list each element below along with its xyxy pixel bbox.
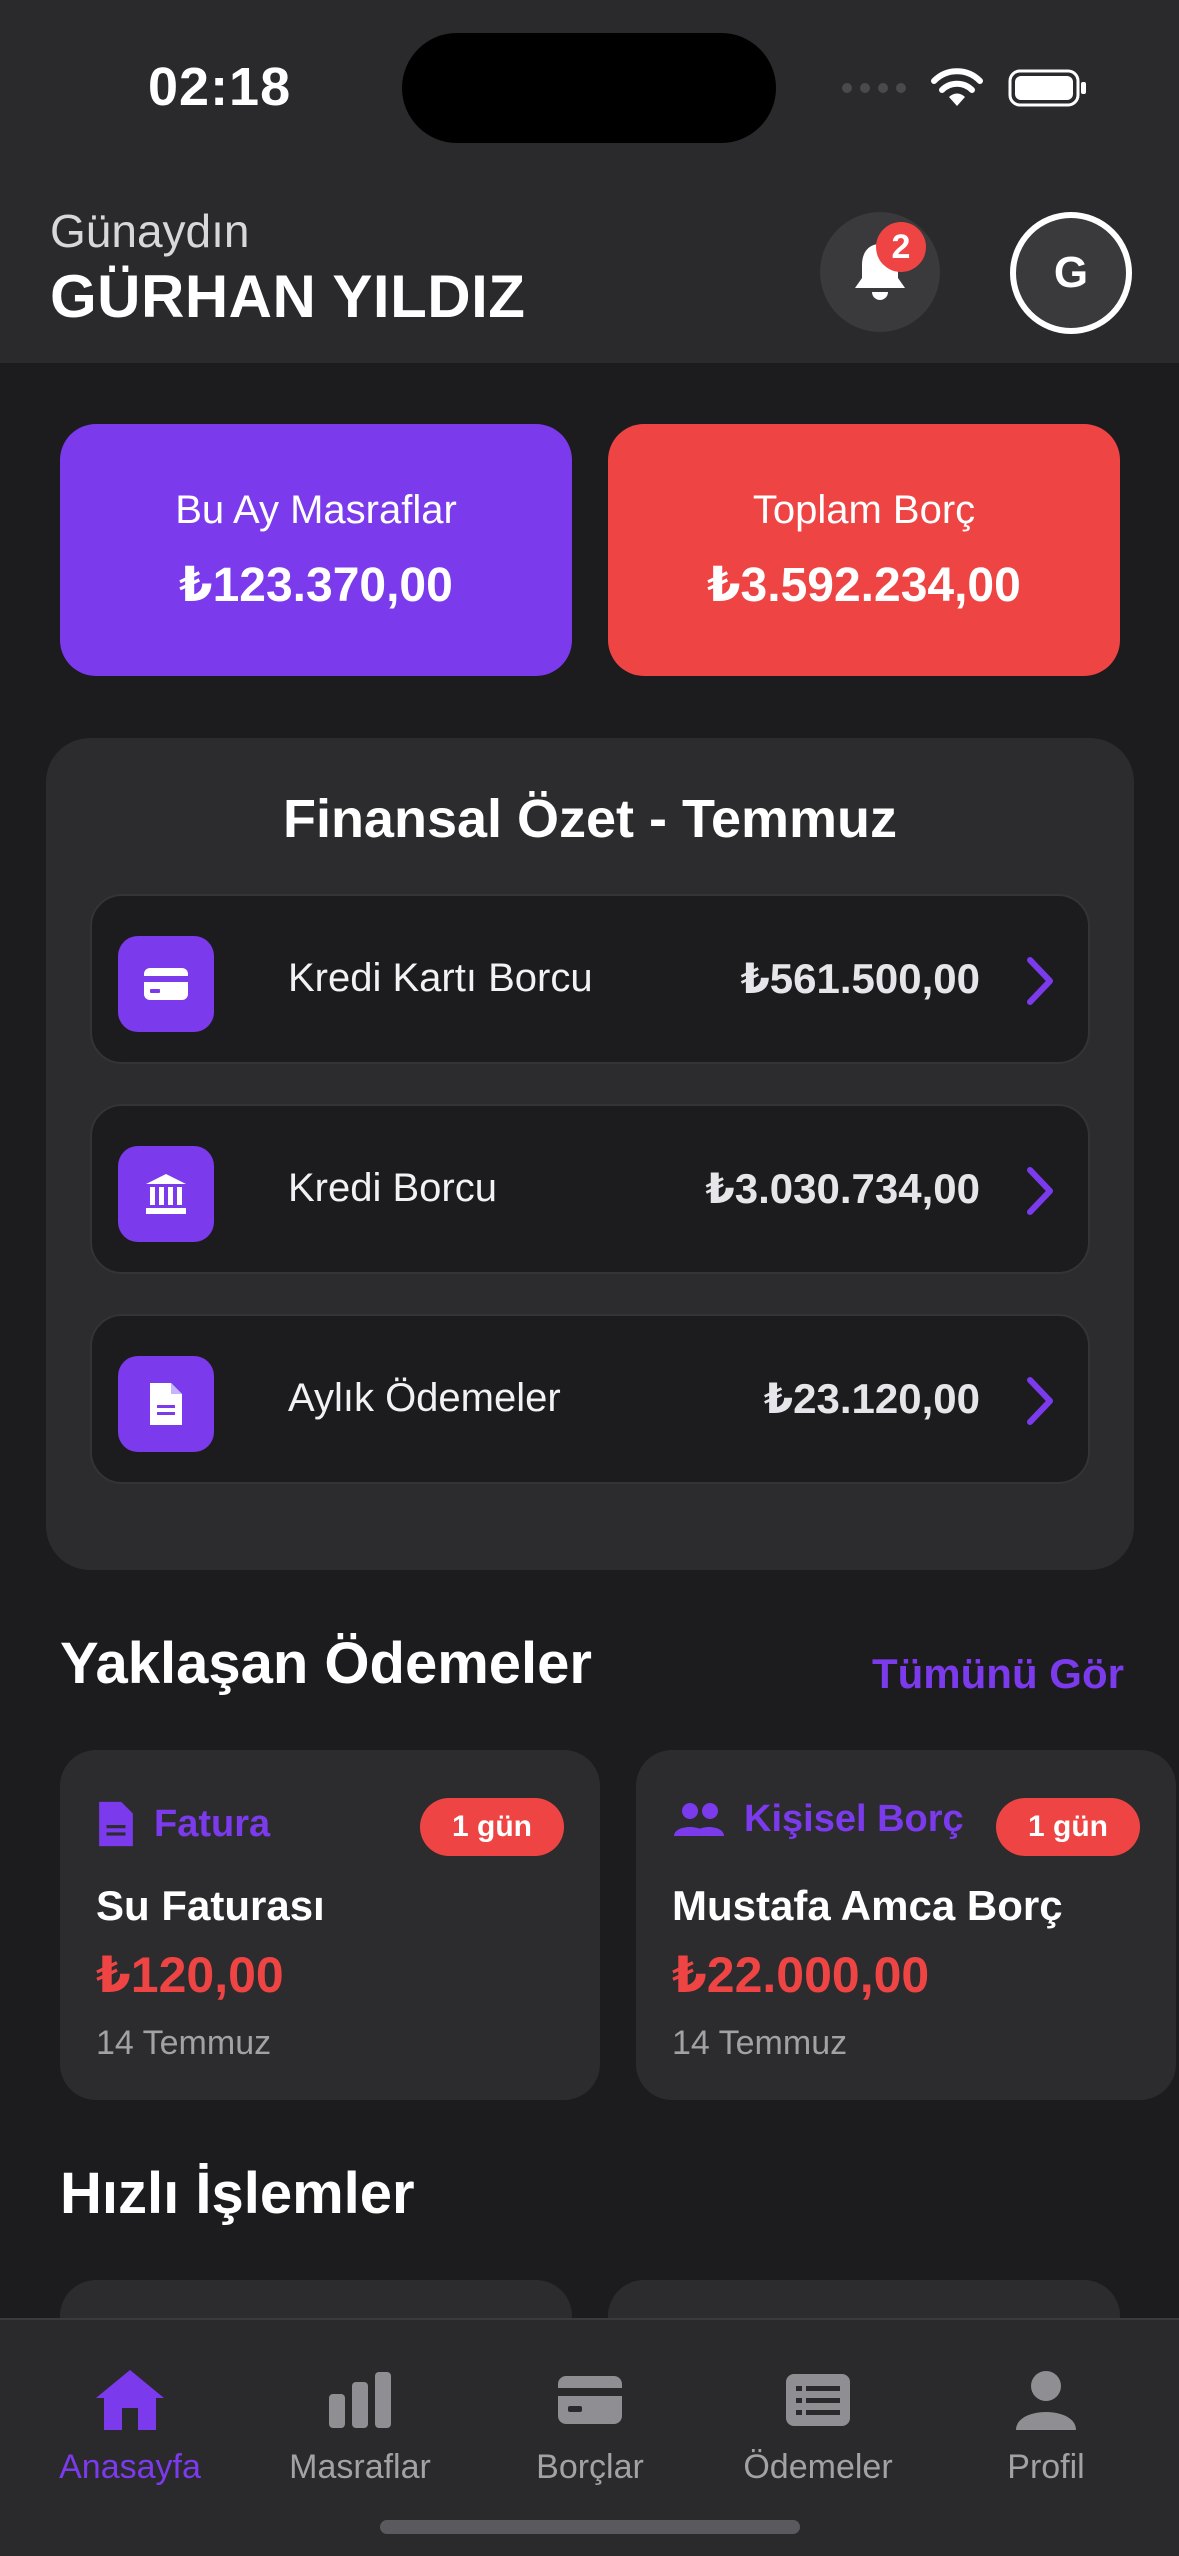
status-time: 02:18 [148, 57, 292, 117]
loan-debt-row[interactable]: Kredi Borcu ₺3.030.734,00 [90, 1104, 1090, 1274]
row-label: Kredi Kartı Borcu [288, 956, 593, 1000]
see-all-link[interactable]: Tümünü Gör [872, 1650, 1124, 1698]
document-icon [99, 1801, 133, 1847]
payment-title: Mustafa Amca Borç [672, 1882, 1063, 1929]
monthly-expenses-label: Bu Ay Masraflar [175, 488, 457, 532]
row-label: Aylık Ödemeler [288, 1376, 561, 1420]
credit-card-icon [118, 936, 214, 1032]
tab-label: Ödemeler [743, 2448, 893, 2486]
upcoming-card-bill[interactable]: Fatura 1 gün Su Faturası ₺120,00 14 Temm… [60, 1750, 600, 2100]
avatar[interactable]: G [1010, 212, 1132, 334]
total-debt-value: ₺3.592.234,00 [707, 559, 1021, 612]
greeting-text: Günaydın [50, 205, 250, 257]
row-label: Kredi Borcu [288, 1166, 497, 1210]
tab-label: Profil [1007, 2448, 1085, 2486]
payment-amount: ₺120,00 [96, 1947, 284, 2003]
upcoming-card-personal-debt[interactable]: Kişisel Borç 1 gün Mustafa Amca Borç ₺22… [636, 1750, 1176, 2100]
tab-profile[interactable]: Profil [946, 2366, 1146, 2487]
people-icon [674, 1802, 724, 1836]
document-icon [118, 1356, 214, 1452]
bank-icon [118, 1146, 214, 1242]
notification-badge: 2 [876, 222, 926, 272]
bar-chart-icon [329, 2372, 391, 2428]
row-amount: ₺23.120,00 [763, 1375, 980, 1422]
chevron-right-icon [1027, 957, 1053, 1005]
upcoming-title: Yaklaşan Ödemeler [60, 1631, 592, 1696]
person-icon [1016, 2371, 1076, 2430]
list-icon [786, 2374, 850, 2426]
category-label: Kişisel Borç [744, 1798, 964, 1840]
financial-summary-title: Finansal Özet - Temmuz [282, 789, 898, 849]
monthly-payments-row[interactable]: Aylık Ödemeler ₺23.120,00 [90, 1314, 1090, 1484]
credit-card-debt-row[interactable]: Kredi Kartı Borcu ₺561.500,00 [90, 894, 1090, 1064]
row-amount: ₺3.030.734,00 [705, 1165, 980, 1212]
battery-icon [1008, 69, 1086, 107]
home-icon [96, 2370, 164, 2430]
notifications-button[interactable] [820, 212, 940, 332]
chevron-right-icon [1027, 1377, 1053, 1425]
category-label: Fatura [154, 1802, 271, 1845]
total-debt-card[interactable]: Toplam Borç ₺3.592.234,00 [608, 424, 1120, 676]
tab-home[interactable]: Anasayfa [30, 2366, 230, 2487]
tab-expenses[interactable]: Masraflar [260, 2366, 460, 2487]
category: Kişisel Borç [672, 1798, 964, 1841]
tab-debts[interactable]: Borçlar [490, 2366, 690, 2487]
tab-label: Masraflar [289, 2448, 431, 2486]
monthly-expenses-card[interactable]: Bu Ay Masraflar ₺123.370,00 [60, 424, 572, 676]
home-indicator [380, 2520, 800, 2534]
cellular-signal-icon [842, 83, 906, 93]
credit-card-icon [558, 2376, 622, 2424]
quick-actions-title: Hızlı İşlemler [60, 2161, 415, 2226]
payment-date: 14 Temmuz [672, 2024, 848, 2062]
category: Fatura [96, 1798, 270, 1850]
payment-date: 14 Temmuz [96, 2024, 272, 2062]
chevron-right-icon [1027, 1167, 1053, 1215]
days-badge: 1 gün [996, 1798, 1140, 1856]
dynamic-island [402, 33, 776, 143]
financial-summary-panel: Finansal Özet - Temmuz Kredi Kartı Borcu… [46, 738, 1134, 1570]
row-amount: ₺561.500,00 [740, 955, 980, 1002]
monthly-expenses-value: ₺123.370,00 [179, 559, 453, 612]
user-name: GÜRHAN YILDIZ [50, 263, 526, 330]
total-debt-label: Toplam Borç [752, 488, 976, 532]
tab-label: Anasayfa [59, 2448, 201, 2486]
tab-payments[interactable]: Ödemeler [718, 2366, 918, 2487]
wifi-icon [931, 68, 983, 106]
tab-label: Borçlar [536, 2448, 644, 2486]
payment-amount: ₺22.000,00 [672, 1947, 930, 2003]
days-badge: 1 gün [420, 1798, 564, 1856]
status-icons [842, 58, 1088, 118]
payment-title: Su Faturası [96, 1882, 325, 1929]
